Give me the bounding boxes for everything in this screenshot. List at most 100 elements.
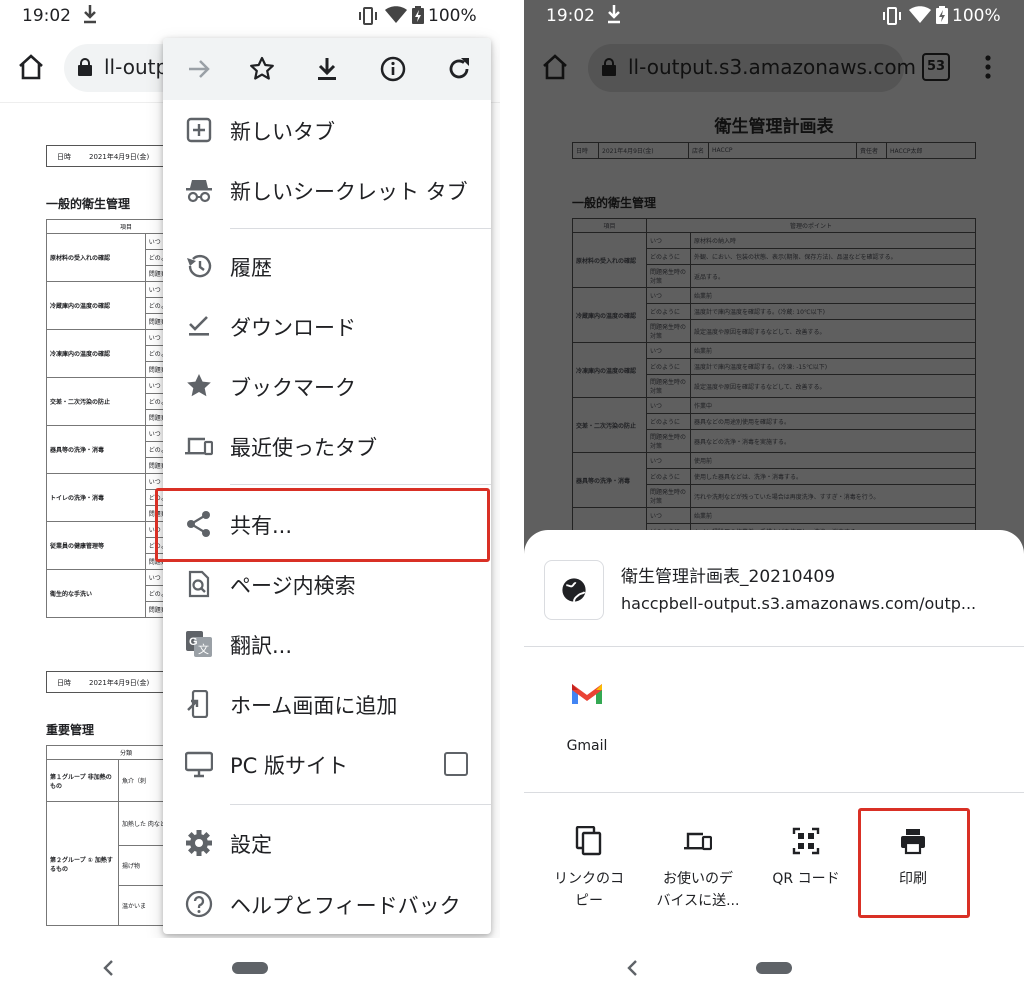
table-row: 冷凍庫内の温度の確認 いつ 始業前 [572,342,976,398]
point-cell: 温度計で庫内温度を確認する。(冷蔵: 10℃以下) [690,303,976,320]
home-icon[interactable] [16,52,46,82]
general-table: 項目 管理のポイント 原材料の受入れの確認 いつ 原材料の納入時 どのように 外観、にお… [572,218,976,563]
menu-item-help[interactable]: ヘルプとフィードバック [163,874,491,934]
vibrate-icon [883,7,901,25]
share-page-title: 衛生管理計画表_20210409 [621,567,836,587]
item-name-cell: 衛生的な手洗い [46,569,146,618]
download-icon[interactable] [313,55,341,83]
download-status-icon [608,5,620,24]
more-vert-icon[interactable] [979,54,997,80]
desktop-site-checkbox[interactable] [444,752,468,776]
share-sheet: 衛生管理計画表_20210409 haccpbell-output.s3.ama… [524,530,1024,938]
reload-icon[interactable] [445,55,473,83]
globe-icon [562,578,586,602]
copy-icon [575,826,602,856]
gmail-icon[interactable] [570,680,604,706]
devices-icon [684,832,712,851]
lock-icon [602,58,616,76]
menu-label: PC 版サイト [230,754,349,778]
menu-item-new-tab[interactable]: 新しいタブ [163,100,491,160]
translate-icon: G文 [186,631,212,657]
tab-switcher-button[interactable]: 53 [922,53,950,81]
info-icon[interactable] [379,55,407,83]
date-label: 日時 [572,142,599,159]
highlight-print [858,808,970,918]
point-cell: 器具などの用途別使用を確認する。 [690,413,976,430]
bookmark-star-icon[interactable] [248,55,276,83]
menu-item-find-in-page[interactable]: ページ内検索 [163,554,491,614]
dimmed-document: 衛生管理計画表 日時 2021年4月9日(金) 店名 HACCP 責任者 HAC… [524,102,1024,563]
sub-row-label: いつ [646,397,691,414]
shop-label: 店名 [688,142,709,159]
date-label: 日時 [57,153,71,161]
point-cell: 温度計で庫内温度を確認する。(冷凍: -15℃以下) [690,358,976,375]
shop-value: HACCP [708,142,857,159]
section-title-important: 重要管理 [46,723,95,737]
table-row: 器具等の洗浄・消毒 いつ 使用前 [572,452,976,508]
gmail-label[interactable]: Gmail [557,738,617,754]
sheet-divider [524,646,1024,647]
menu-item-history[interactable]: 履歴 [163,236,491,296]
desktop-icon [185,751,213,778]
sub-row-label: 問題発生時の対策 [646,264,691,288]
battery-icon [936,6,948,24]
point-cell: 使用した器具などは、洗浄・消毒する。 [690,468,976,485]
item-name-cell: 冷凍庫内の温度の確認 [46,329,146,378]
lock-icon [78,58,92,76]
menu-item-bookmarks[interactable]: ブックマーク [163,356,491,416]
point-cell: 返品する。 [690,264,976,288]
doc-title: 衛生管理計画表 [714,117,834,137]
owner-value: HACCP太郎 [886,142,976,159]
date-value: 2021年4月9日(金) [598,142,689,159]
page-favicon [544,560,604,620]
help-icon [185,890,213,918]
menu-item-downloads[interactable]: ダウンロード [163,296,491,356]
sub-row-label: どのように [646,303,691,320]
omnibox[interactable]: ll-output.s3.amazonaws.com [588,44,916,92]
table-row: 冷蔵庫内の温度の確認 いつ 始業前 [572,287,976,343]
nav-back-icon[interactable] [624,958,640,978]
send-to-device-action[interactable]: お使いのデ バイスに送... [648,826,748,912]
menu-item-settings[interactable]: 設定 [163,813,491,873]
point-cell: 外観、におい、包装の状態、表示(期限、保存方法)、品温などを確認する。 [690,248,976,265]
date-label-2: 日時 [57,679,71,687]
forward-icon[interactable] [185,55,213,83]
sub-row-label: 問題発生時の対策 [646,374,691,398]
menu-item-add-to-home[interactable]: ホーム画面に追加 [163,674,491,734]
sub-row-label: いつ [646,507,691,524]
sub-row-label: いつ [646,342,691,359]
sheet-divider [524,792,1024,793]
menu-label: ページ内検索 [230,574,356,598]
menu-label: 設定 [230,833,272,857]
menu-label: 履歴 [230,256,272,280]
item-name-cell: 原材料の受入れの確認 [572,232,647,288]
item-name-cell: 原材料の受入れの確認 [46,233,146,282]
status-time: 19:02 [546,6,595,26]
menu-item-desktop-site[interactable]: PC 版サイト [163,734,491,794]
menu-item-recent-tabs[interactable]: 最近使ったタブ [163,416,491,476]
item-name-cell: 冷蔵庫内の温度の確認 [572,287,647,343]
nav-home-pill[interactable] [756,962,792,974]
home-icon[interactable] [540,52,570,82]
qr-code-action[interactable]: QR コード [756,826,856,890]
menu-divider [230,484,491,485]
item-name-cell: 器具等の洗浄・消毒 [46,425,146,474]
copy-link-action[interactable]: リンクのコ ピー [539,826,639,912]
menu-label: ホーム画面に追加 [230,694,398,718]
point-cell: 設定温度や原因を確認するなどして、改善する。 [690,319,976,343]
item-name-cell: 器具等の洗浄・消毒 [572,452,647,508]
battery-percent: 100% [952,6,1001,26]
bookmarks-star-icon [187,374,211,397]
menu-label: 新しいシークレット タブ [230,180,468,204]
battery-percent: 100% [428,6,477,26]
devices-icon [185,437,213,456]
group2-cell: 第２グループ ① 加熱するもの [46,801,119,926]
sub-row-label: 問題発生時の対策 [646,429,691,453]
date-value: 2021年4月9日(金) [89,153,150,161]
menu-item-incognito[interactable]: 新しいシークレット タブ [163,160,491,220]
new-tab-icon [186,117,212,143]
nav-back-icon[interactable] [100,958,116,978]
nav-home-pill[interactable] [232,962,268,974]
menu-item-translate[interactable]: G文 翻訳... [163,614,491,674]
overflow-menu: 新しいタブ 新しいシークレット タブ 履歴 ダウンロード ブックマーク 最近使っ… [163,38,491,934]
